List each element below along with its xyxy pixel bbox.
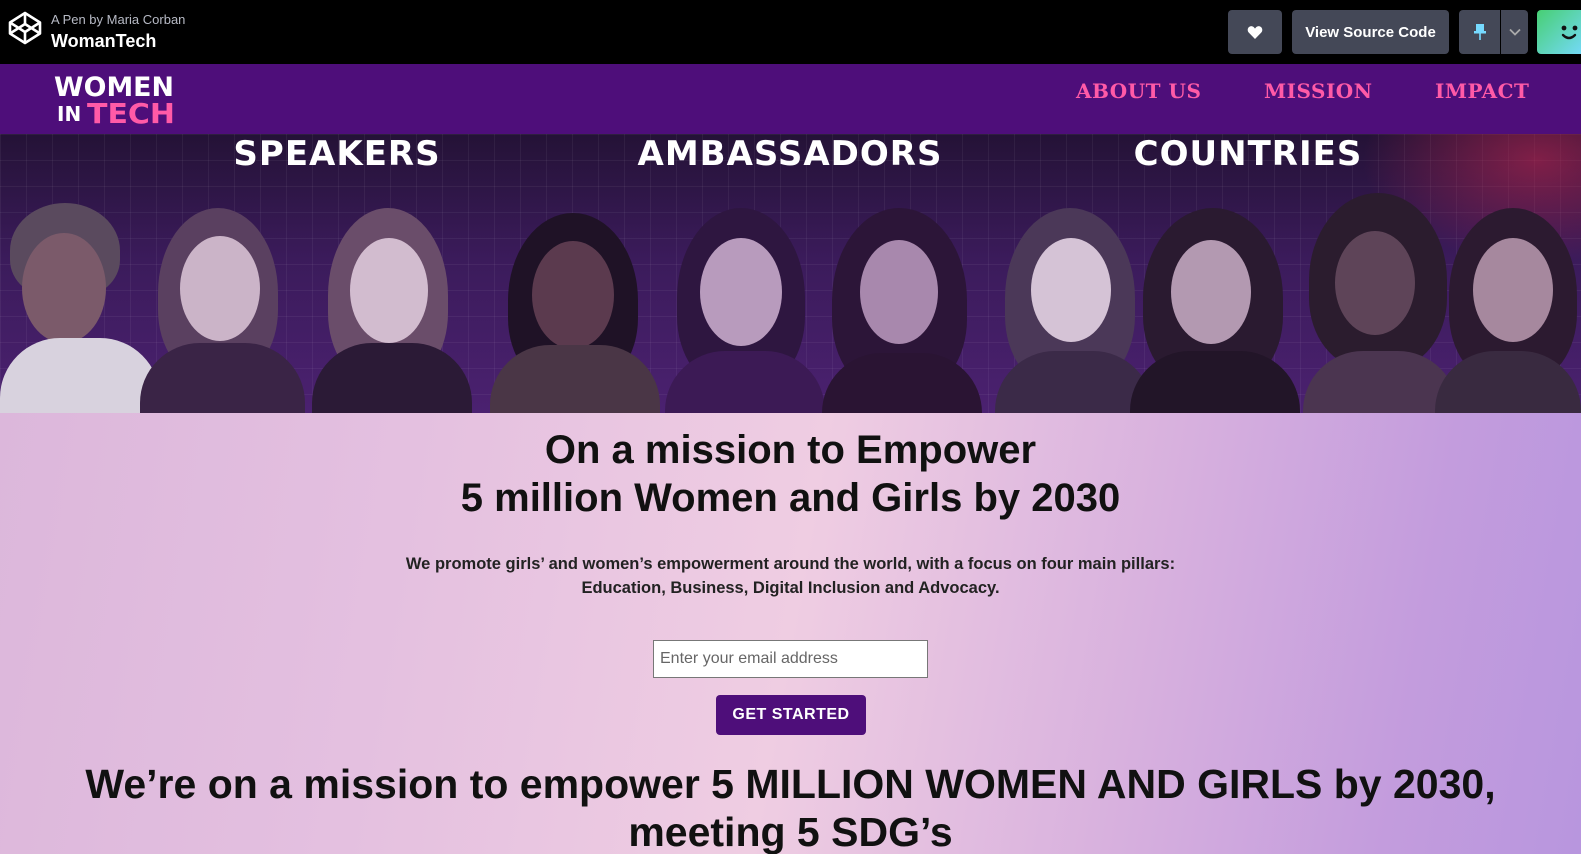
avatar-face-icon bbox=[1561, 25, 1578, 40]
pin-button[interactable] bbox=[1459, 10, 1500, 54]
pen-title: WomanTech bbox=[51, 31, 157, 51]
speaker-portrait bbox=[1435, 208, 1581, 413]
main-section: On a mission to Empower 5 million Women … bbox=[0, 413, 1581, 854]
nav-mission[interactable]: MISSION bbox=[1264, 79, 1373, 103]
chevron-down-icon bbox=[1508, 28, 1521, 36]
blurb-line-1: We promote girls’ and women’s empowermen… bbox=[405, 555, 1176, 573]
hero-stat-countries: COUNTRIES bbox=[1133, 134, 1363, 174]
speaker-portrait bbox=[1125, 208, 1305, 413]
mission-statement: We’re on a mission to empower 5 MILLION … bbox=[0, 760, 1581, 854]
headline-line-2: 5 million Women and Girls by 2030 bbox=[460, 476, 1121, 520]
speaker-portrait bbox=[480, 213, 670, 413]
codepen-logo-icon[interactable] bbox=[7, 10, 43, 46]
email-input[interactable] bbox=[653, 640, 928, 678]
user-avatar[interactable] bbox=[1537, 10, 1581, 54]
like-button[interactable] bbox=[1228, 10, 1282, 54]
headline-line-1: On a mission to Empower bbox=[544, 428, 1037, 472]
speaker-portrait bbox=[300, 208, 480, 413]
speaker-portrait bbox=[810, 208, 990, 413]
nav-about-us[interactable]: ABOUT US bbox=[1076, 79, 1201, 103]
codepen-header: A Pen by Maria Corban WomanTech View Sou… bbox=[0, 0, 1581, 64]
pin-icon bbox=[1473, 24, 1486, 40]
speaker-portrait bbox=[655, 208, 830, 413]
pen-byline[interactable]: A Pen by Maria Corban bbox=[51, 12, 185, 27]
heart-icon bbox=[1247, 25, 1263, 39]
blurb-line-2: Education, Business, Digital Inclusion a… bbox=[581, 579, 1000, 597]
svg-text:TECH: TECH bbox=[87, 97, 175, 127]
svg-text:IN: IN bbox=[57, 102, 81, 126]
get-started-button[interactable]: GET STARTED bbox=[716, 695, 866, 735]
hero-speakers-image: SPEAKERS AMBASSADORS COUNTRIES bbox=[0, 134, 1581, 413]
view-source-button[interactable]: View Source Code bbox=[1292, 10, 1449, 54]
women-in-tech-logo[interactable]: WOMEN IN TECH bbox=[54, 71, 178, 127]
pin-dropdown-button[interactable] bbox=[1501, 10, 1528, 54]
hero-stat-ambassadors: AMBASSADORS bbox=[637, 134, 943, 174]
mission-line-2: meeting 5 SDG’s bbox=[628, 809, 953, 854]
nav-impact[interactable]: IMPACT bbox=[1435, 79, 1529, 103]
hero-stat-speakers: SPEAKERS bbox=[233, 134, 441, 174]
speaker-portrait bbox=[130, 208, 310, 413]
page-headline: On a mission to Empower 5 million Women … bbox=[0, 426, 1581, 522]
mission-line-1: We’re on a mission to empower 5 MILLION … bbox=[85, 761, 1496, 807]
mission-blurb: We promote girls’ and women’s empowermen… bbox=[0, 552, 1581, 600]
site-navbar: WOMEN IN TECH ABOUT US MISSION IMPACT bbox=[0, 64, 1581, 134]
